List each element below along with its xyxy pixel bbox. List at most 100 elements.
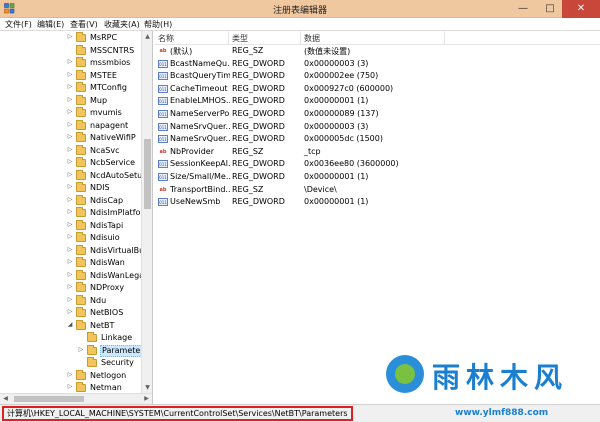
scroll-down-arrow-icon[interactable]: ▼ xyxy=(142,382,153,393)
value-row[interactable]: ab TransportBind... REG_SZ \Device\ xyxy=(154,184,600,197)
folder-icon xyxy=(76,382,86,392)
registry-key-tree[interactable]: ▷ MsRPC MSSCNTRS ▷ mssmbios ▷ MSTEE ▷ MTConfig ▷ M… xyxy=(0,31,153,404)
collapsed-arrow-icon[interactable]: ▷ xyxy=(66,246,74,253)
dword-value-icon: 011 xyxy=(158,84,168,93)
value-row[interactable]: 011 CacheTimeout REG_DWORD 0x000927c0 (6000… xyxy=(154,83,600,96)
collapsed-arrow-icon[interactable]: ▷ xyxy=(66,33,74,40)
value-type: REG_DWORD xyxy=(232,58,285,68)
collapsed-arrow-icon[interactable]: ▷ xyxy=(66,133,74,140)
menu-favorites[interactable]: 收藏夹(A) xyxy=(104,19,140,30)
value-row[interactable]: 011BcastQueryTim...REG_DWORD 0x000002ee (… xyxy=(154,70,600,83)
value-row[interactable]: ab NbProvider REG_SZ _tcp xyxy=(154,146,600,159)
value-data: 0x000002ee (750) xyxy=(304,71,379,81)
string-value-icon: ab xyxy=(159,186,167,193)
column-type-header[interactable]: 类型 xyxy=(232,33,248,44)
collapsed-arrow-icon[interactable]: ▷ xyxy=(66,96,74,103)
collapsed-arrow-icon[interactable]: ▷ xyxy=(66,58,74,65)
folder-icon xyxy=(76,82,86,92)
collapsed-arrow-icon[interactable]: ▷ xyxy=(66,383,74,390)
values-list[interactable]: 名称 类型 数据 ab (默认) REG_SZ (数值未设置) 011 BcastName… xyxy=(154,31,600,404)
menu-bar: 文件(F) 编辑(E) 查看(V) 收藏夹(A) 帮助(H) xyxy=(0,18,600,31)
value-data: (数值未设置) xyxy=(304,47,351,56)
folder-icon xyxy=(76,282,86,292)
tree-item-label: NcaSvc xyxy=(90,145,120,155)
value-data: 0x00000089 (137) xyxy=(304,109,379,118)
collapsed-arrow-icon[interactable]: ▷ xyxy=(66,296,74,303)
value-row[interactable]: 011 NameSrvQuer... REG_DWORD 0x00000003 (3) xyxy=(154,121,600,134)
value-row[interactable]: 011 BcastNameQu... REG_DWORD 0x00000003 (3) xyxy=(154,58,600,71)
collapsed-arrow-icon[interactable]: ▷ xyxy=(66,183,74,190)
value-row[interactable]: 011 NameServerPort REG_DWORD 0x00000089 (13… xyxy=(154,108,600,121)
menu-file[interactable]: 文件(F) xyxy=(5,19,32,30)
collapsed-arrow-icon[interactable]: ▷ xyxy=(66,283,74,290)
tree-item-label: NDProxy xyxy=(90,283,125,292)
collapsed-arrow-icon[interactable]: ▷ xyxy=(66,371,74,378)
menu-view[interactable]: 查看(V) xyxy=(70,19,98,30)
scroll-left-arrow-icon[interactable]: ◀ xyxy=(0,394,11,404)
tree-item-label: NdisCap xyxy=(90,195,124,205)
folder-icon xyxy=(87,357,97,367)
column-divider[interactable] xyxy=(444,31,445,44)
value-data: \Device\ xyxy=(304,184,337,194)
collapsed-arrow-icon[interactable]: ▷ xyxy=(66,196,74,203)
collapsed-arrow-icon[interactable]: ▷ xyxy=(66,221,74,228)
value-data: 0x00000001 (1) xyxy=(304,96,369,106)
folder-icon xyxy=(76,57,86,67)
folder-icon xyxy=(76,219,86,230)
menu-help[interactable]: 帮助(H) xyxy=(144,19,172,30)
value-name: NameSrvQuer... xyxy=(170,121,230,131)
value-type: REG_DWORD xyxy=(232,121,285,131)
collapsed-arrow-icon[interactable]: ▷ xyxy=(66,233,74,240)
scroll-up-arrow-icon[interactable]: ▲ xyxy=(142,31,153,42)
tree-item-label: MTConfig xyxy=(90,83,127,92)
tree-item-label: mssmbios xyxy=(90,58,131,67)
value-row[interactable]: 011 UseNewSmb REG_DWORD 0x00000001 (1) xyxy=(154,196,600,209)
collapsed-arrow-icon[interactable]: ▷ xyxy=(66,158,74,165)
value-data: 0x000927c0 (600000) xyxy=(304,83,394,93)
column-name-header[interactable]: 名称 xyxy=(158,33,174,44)
close-button[interactable]: ✕ xyxy=(562,0,600,18)
collapsed-arrow-icon[interactable]: ▷ xyxy=(77,346,85,353)
value-type: REG_SZ xyxy=(232,184,264,194)
scroll-thumb[interactable] xyxy=(144,139,151,209)
value-data: 0x00000001 (1) xyxy=(304,197,369,207)
menu-edit[interactable]: 编辑(E) xyxy=(37,19,64,30)
tree-horizontal-scrollbar[interactable]: ◀ ▶ xyxy=(0,393,152,404)
column-divider[interactable] xyxy=(228,31,229,44)
collapsed-arrow-icon[interactable]: ▷ xyxy=(66,108,74,115)
value-row[interactable]: 011 SessionKeepAl... REG_DWORD 0x0036ee80 (… xyxy=(154,158,600,171)
expanded-arrow-icon[interactable]: ◢ xyxy=(66,321,74,328)
tree-item-label: Security xyxy=(101,358,134,367)
value-name: CacheTimeout xyxy=(170,83,228,93)
value-row[interactable]: ab (默认) REG_SZ (数值未设置) xyxy=(154,45,600,58)
value-row[interactable]: 011 Size/Small/Me... REG_DWORD 0x00000001 (… xyxy=(154,171,600,184)
collapsed-arrow-icon[interactable]: ▷ xyxy=(66,71,74,78)
collapsed-arrow-icon[interactable]: ▷ xyxy=(66,146,74,153)
value-type: REG_DWORD xyxy=(232,172,285,181)
folder-icon xyxy=(76,369,86,380)
value-row[interactable]: 011 EnableLMHOS... REG_DWORD 0x00000001 (1) xyxy=(154,95,600,108)
collapsed-arrow-icon[interactable]: ▷ xyxy=(66,121,74,128)
dword-value-icon: 011 xyxy=(158,72,168,81)
tree-vertical-scrollbar[interactable]: ▲ ▼ xyxy=(141,31,152,393)
folder-icon xyxy=(76,269,86,280)
value-row[interactable]: 011 NameSrvQuer... REG_DWORD 0x000005dc (15… xyxy=(154,133,600,146)
collapsed-arrow-icon[interactable]: ▷ xyxy=(66,208,74,215)
scroll-right-arrow-icon[interactable]: ▶ xyxy=(141,394,152,404)
hscroll-thumb[interactable] xyxy=(14,396,84,402)
string-value-icon: ab xyxy=(159,148,167,155)
collapsed-arrow-icon[interactable]: ▷ xyxy=(66,258,74,265)
value-data: _tcp xyxy=(304,146,321,156)
tree-item-label: NativeWifiP xyxy=(90,133,136,142)
column-data-header[interactable]: 数据 xyxy=(304,33,320,44)
collapsed-arrow-icon[interactable]: ▷ xyxy=(66,83,74,90)
dword-value-icon: 011 xyxy=(158,110,168,118)
collapsed-arrow-icon[interactable]: ▷ xyxy=(66,171,74,178)
collapsed-arrow-icon[interactable]: ▷ xyxy=(66,271,74,278)
column-divider[interactable] xyxy=(300,31,301,44)
collapsed-arrow-icon[interactable]: ▷ xyxy=(66,308,74,315)
tree-item-label: Mup xyxy=(90,95,108,105)
title-bar: 注册表编辑器 — □ ✕ xyxy=(0,0,600,18)
minimize-button[interactable]: — xyxy=(510,0,536,18)
maximize-button[interactable]: □ xyxy=(537,0,563,18)
